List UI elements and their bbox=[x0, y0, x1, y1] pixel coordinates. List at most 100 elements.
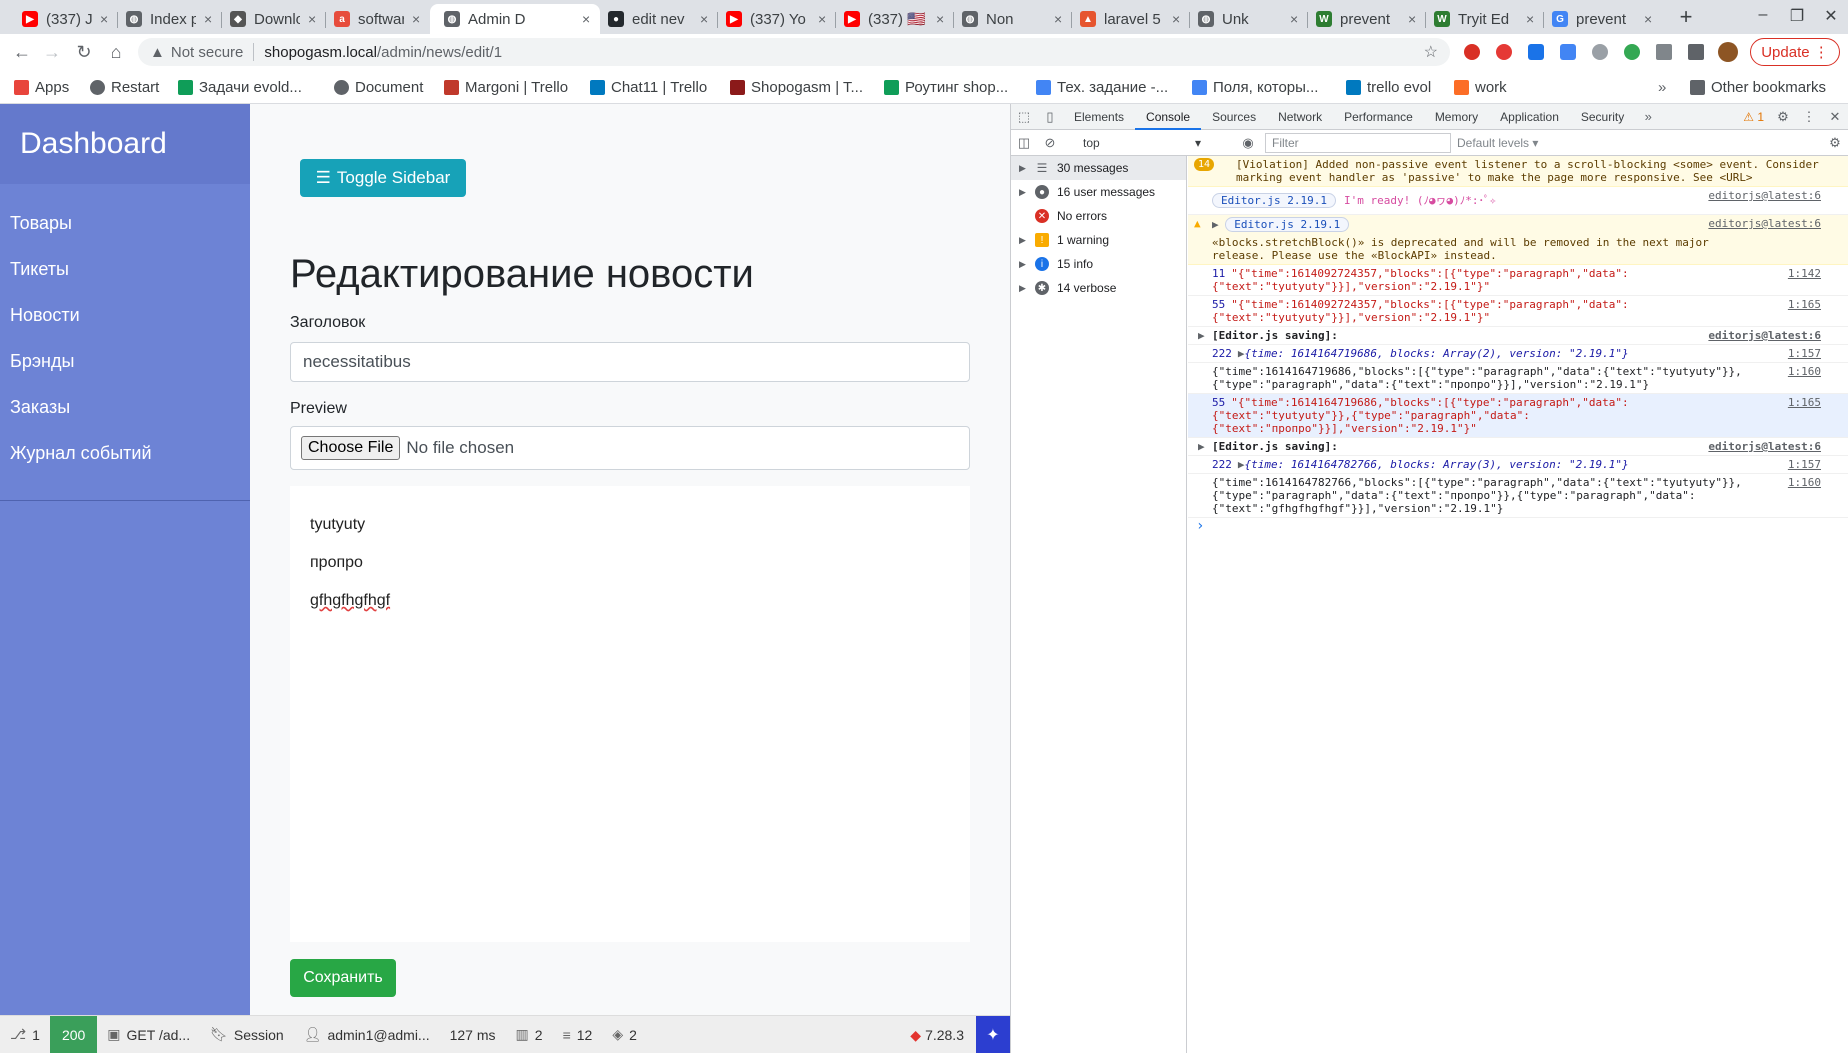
console-settings-icon[interactable]: ⚙ bbox=[1822, 135, 1848, 151]
back-icon[interactable]: ← bbox=[10, 40, 34, 64]
sidebar-item-orders[interactable]: Заказы bbox=[0, 384, 250, 430]
console-group[interactable]: ▶ [Editor.js saving]: editorjs@latest:6 bbox=[1188, 327, 1848, 345]
debugbar-session[interactable]: 🔖︎ Session bbox=[200, 1016, 294, 1053]
browser-tab[interactable]: ◍ Non × bbox=[954, 4, 1072, 34]
sidebar-item-event-log[interactable]: Журнал событий bbox=[0, 430, 250, 476]
close-icon[interactable]: × bbox=[412, 11, 422, 27]
bookmark-item[interactable]: Поля, которы... bbox=[1192, 76, 1318, 98]
forward-icon[interactable]: → bbox=[40, 40, 64, 64]
extension-icon[interactable] bbox=[1528, 44, 1544, 60]
tab-application[interactable]: Application bbox=[1489, 104, 1570, 130]
editor-paragraph[interactable]: tyutyuty bbox=[310, 506, 950, 544]
close-icon[interactable]: × bbox=[818, 11, 828, 27]
browser-tab[interactable]: ▶ (337) 🇺🇸 × bbox=[836, 4, 954, 34]
close-icon[interactable]: × bbox=[700, 11, 710, 27]
context-select[interactable]: top ▾ bbox=[1077, 136, 1207, 150]
debugbar-time[interactable]: 127 ms bbox=[440, 1016, 506, 1053]
source-link[interactable]: editorjs@latest:6 bbox=[1708, 329, 1821, 342]
bookmark-apps[interactable]: Apps bbox=[14, 76, 69, 98]
console-message[interactable]: {"time":1614164782766,"blocks":[{"type":… bbox=[1188, 474, 1848, 518]
browser-tab[interactable]: ▲ laravel 5 × bbox=[1072, 4, 1190, 34]
close-icon[interactable]: × bbox=[1172, 11, 1182, 27]
sidebar-item-brands[interactable]: Брэнды bbox=[0, 338, 250, 384]
content-editor[interactable]: tyutyuty пропро gfhgfhgfhgf bbox=[290, 486, 970, 942]
debugbar-toggle-icon[interactable]: ✦ bbox=[976, 1016, 1010, 1053]
sidebar-item-news[interactable]: Новости bbox=[0, 292, 250, 338]
restore-icon[interactable]: ❐ bbox=[1780, 6, 1814, 26]
sidebar-brand[interactable]: Dashboard bbox=[0, 104, 250, 184]
source-link[interactable]: 1:160 bbox=[1788, 476, 1821, 489]
bookmark-item[interactable]: trello evol bbox=[1346, 76, 1431, 98]
close-icon[interactable]: × bbox=[100, 11, 110, 27]
bookmark-item[interactable]: Chat11 | Trello bbox=[590, 76, 707, 98]
console-message[interactable]: 11 "{"time":1614092724357,"blocks":[{"typ… bbox=[1188, 265, 1848, 296]
source-link[interactable]: 1:160 bbox=[1788, 365, 1821, 378]
adblock-icon[interactable] bbox=[1464, 44, 1480, 60]
browser-tab[interactable]: ● edit nev × bbox=[600, 4, 718, 34]
tab-sources[interactable]: Sources bbox=[1201, 104, 1267, 130]
close-icon[interactable]: × bbox=[204, 11, 214, 27]
update-button[interactable]: Update ⋮ bbox=[1750, 38, 1840, 66]
browser-tab[interactable]: Wprevent × bbox=[1308, 4, 1426, 34]
debugbar-user[interactable]: 👤︎ admin1@admi... bbox=[294, 1016, 440, 1053]
sidebar-row-verbose[interactable]: ▶ ✱ 14 verbose bbox=[1011, 276, 1186, 300]
console-message[interactable]: {"time":1614164719686,"blocks":[{"type":… bbox=[1188, 363, 1848, 394]
shield-icon[interactable] bbox=[1592, 44, 1608, 60]
translate-icon[interactable] bbox=[1560, 44, 1576, 60]
close-icon[interactable]: × bbox=[1290, 11, 1300, 27]
vue-devtools-icon[interactable] bbox=[1656, 44, 1672, 60]
debugbar-models[interactable]: ◈ 2 bbox=[602, 1016, 647, 1053]
more-tabs-icon[interactable]: » bbox=[1635, 109, 1661, 124]
close-icon[interactable]: × bbox=[308, 11, 318, 27]
bookmark-item[interactable]: Тех. задание -... bbox=[1036, 76, 1168, 98]
console-message-selected[interactable]: 55 "{"time":1614164719686,"blocks":[{"typ… bbox=[1188, 394, 1848, 438]
bookmark-item[interactable]: Restart bbox=[90, 76, 159, 98]
warning-counter[interactable]: ⚠ 1 bbox=[1737, 110, 1770, 124]
tab-performance[interactable]: Performance bbox=[1333, 104, 1424, 130]
browser-tab[interactable]: ▶(337) Ja× bbox=[14, 4, 118, 34]
settings-gear-icon[interactable]: ⚙ bbox=[1770, 109, 1796, 125]
tab-security[interactable]: Security bbox=[1570, 104, 1635, 130]
kebab-menu-icon[interactable]: ⋮ bbox=[1796, 109, 1822, 125]
status-badge[interactable]: 200 bbox=[49, 1015, 98, 1053]
bookmark-item[interactable]: Задачи evold... bbox=[178, 76, 302, 98]
address-bar[interactable]: ▲ Not secure shopogasm.local/admin/news/… bbox=[138, 38, 1450, 66]
clear-console-icon[interactable]: ⊘ bbox=[1037, 135, 1063, 151]
browser-tab[interactable]: ◍Index pa× bbox=[118, 4, 222, 34]
debugbar-views[interactable]: ▥ 2 bbox=[506, 1016, 553, 1053]
puzzle-icon[interactable] bbox=[1688, 44, 1704, 60]
browser-tab[interactable]: Gprevent × bbox=[1544, 4, 1662, 34]
sidebar-row-errors[interactable]: ✕ No errors bbox=[1011, 204, 1186, 228]
reload-icon[interactable]: ↻ bbox=[72, 40, 96, 64]
console-prompt-input[interactable]: › bbox=[1188, 518, 1848, 534]
bookmark-star-icon[interactable]: ☆ bbox=[1424, 42, 1438, 62]
sidebar-item-tickets[interactable]: Тикеты bbox=[0, 246, 250, 292]
browser-tab-active[interactable]: ◍ Admin D × bbox=[430, 4, 600, 34]
window-close-icon[interactable]: ✕ bbox=[1814, 6, 1848, 26]
close-icon[interactable]: × bbox=[1408, 11, 1418, 27]
editor-paragraph[interactable]: пропро bbox=[310, 544, 950, 582]
debugbar-queries[interactable]: ≡ 12 bbox=[553, 1016, 603, 1053]
close-icon[interactable]: × bbox=[1644, 11, 1654, 27]
source-link[interactable]: 1:165 bbox=[1788, 396, 1821, 409]
source-link[interactable]: editorjs@latest:6 bbox=[1708, 217, 1821, 230]
bookmark-item[interactable]: Document bbox=[334, 76, 423, 98]
editor-paragraph[interactable]: gfhgfhgfhgf bbox=[310, 582, 950, 620]
device-toggle-icon[interactable]: ▯ bbox=[1037, 109, 1063, 125]
debugbar-requests[interactable]: ⎇ 1 bbox=[0, 1016, 50, 1053]
source-link[interactable]: editorjs@latest:6 bbox=[1708, 440, 1821, 453]
console-message[interactable]: Editor.js 2.19.1 I'm ready! (ﾉ◕ヮ◕)ﾉ*:･ﾟ✧ … bbox=[1188, 187, 1848, 215]
log-levels-select[interactable]: Default levels ▾ bbox=[1457, 136, 1538, 150]
tab-memory[interactable]: Memory bbox=[1424, 104, 1489, 130]
source-link[interactable]: editorjs@latest:6 bbox=[1708, 189, 1821, 202]
browser-tab[interactable]: ▶ (337) Yo × bbox=[718, 4, 836, 34]
close-devtools-icon[interactable]: ✕ bbox=[1822, 109, 1848, 125]
console-message-warning[interactable]: ▲ ▶ Editor.js 2.19.1 editorjs@latest:6 «… bbox=[1188, 215, 1848, 265]
bookmark-item[interactable]: Margoni | Trello bbox=[444, 76, 568, 98]
bookmark-item[interactable]: work bbox=[1454, 76, 1507, 98]
bookmark-item[interactable]: Shopogasm | T... bbox=[730, 76, 863, 98]
tab-console[interactable]: Console bbox=[1135, 104, 1202, 130]
tab-network[interactable]: Network bbox=[1267, 104, 1333, 130]
sidebar-row-user-messages[interactable]: ▶ ● 16 user messages bbox=[1011, 180, 1186, 204]
new-tab-button[interactable]: + bbox=[1672, 4, 1700, 32]
